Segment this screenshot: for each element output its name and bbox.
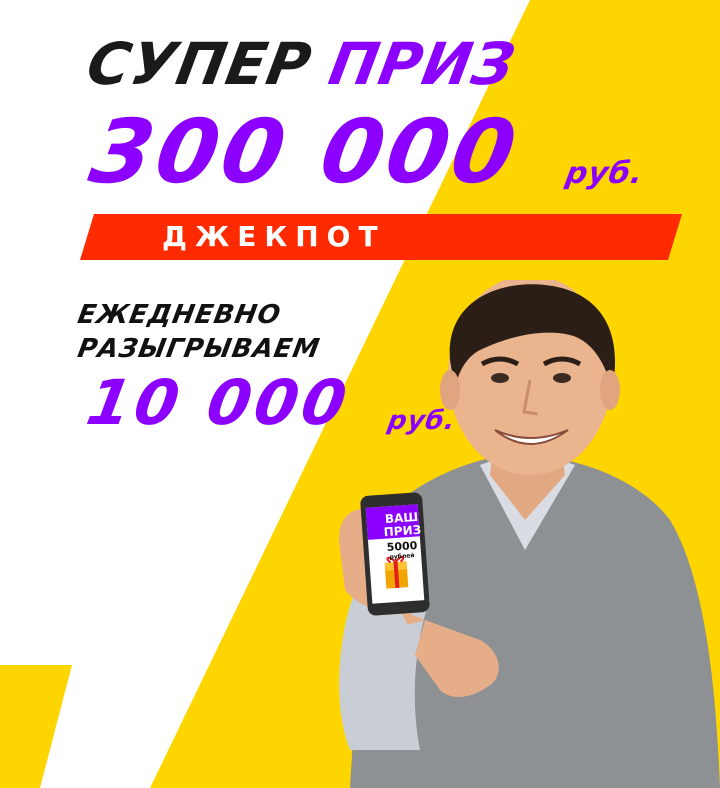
- daily-amount: 10 000: [81, 366, 356, 439]
- headline-prize: ПРИЗ: [324, 30, 521, 98]
- jackpot-label: ДЖЕКПОТ: [162, 220, 386, 253]
- phone-prize-title: ВАШ ПРИЗ: [375, 510, 429, 540]
- banner: СУПЕР ПРИЗ 300 000 руб. ДЖЕКПОТ ЕЖЕДНЕВН…: [0, 0, 720, 788]
- headline-super: СУПЕР: [82, 30, 317, 98]
- daily-line-2: РАЗЫГРЫВАЕМ: [75, 334, 323, 364]
- daily-line-1: ЕЖЕДНЕВНО: [75, 300, 284, 330]
- super-prize-amount: 300 000: [82, 100, 528, 203]
- super-prize-currency: руб.: [562, 156, 647, 191]
